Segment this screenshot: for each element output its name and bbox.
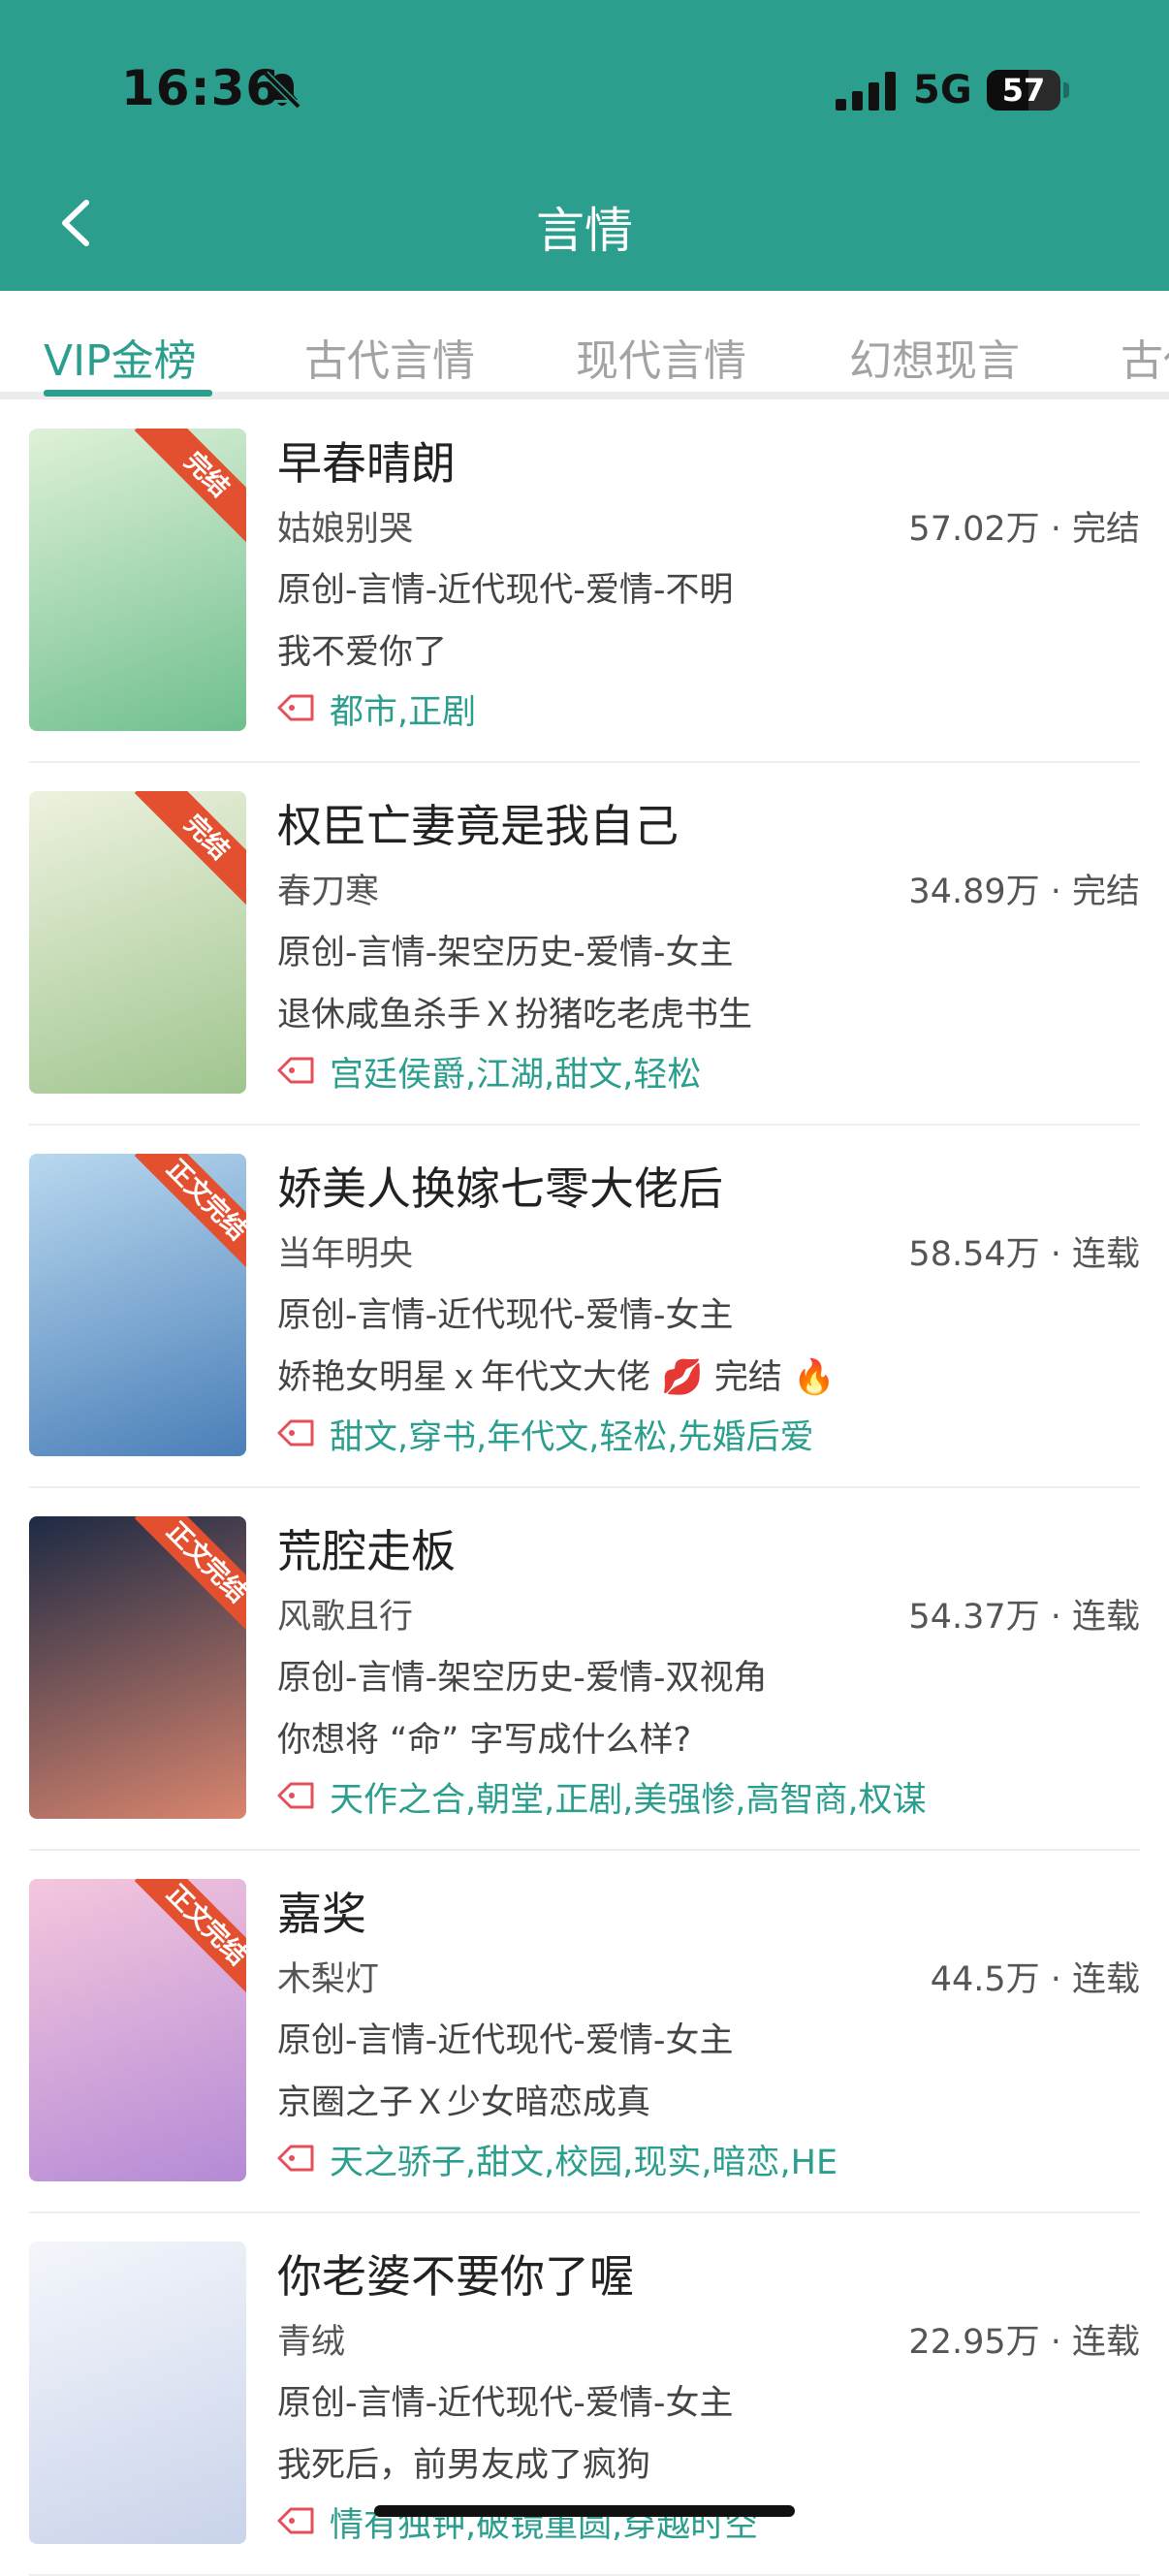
- category-tabs: VIP金榜 古代言情 现代言情 幻想现言 古代: [0, 291, 1169, 396]
- book-list-item[interactable]: 完结 早春晴朗 姑娘别哭 57.02万 · 完结 原创-言情-近代现代-爱情-不…: [0, 399, 1169, 763]
- book-cover[interactable]: 完结: [29, 429, 246, 731]
- book-tags: 天作之合,朝堂,正剧,美强惨,高智商,权谋: [330, 1781, 927, 1820]
- book-category: 原创-言情-架空历史-爱情-女主: [277, 934, 734, 972]
- tab-modern-romance[interactable]: 现代言情: [576, 326, 746, 388]
- battery-icon: 57: [987, 70, 1060, 111]
- page-title: 言情: [536, 203, 633, 259]
- tab-fantasy-modern[interactable]: 幻想现言: [849, 326, 1020, 388]
- book-word-count-status: 54.37万 · 连载: [908, 1598, 1140, 1637]
- book-cover[interactable]: 完结: [29, 791, 246, 1094]
- tag-icon: [277, 2145, 314, 2172]
- book-word-count-status: 22.95万 · 连载: [908, 2323, 1140, 2362]
- book-author[interactable]: 木梨灯: [277, 1952, 379, 2001]
- book-tags: 天之骄子,甜文,校园,现实,暗恋,HE: [330, 2144, 838, 2182]
- book-title[interactable]: 荒腔走板: [277, 1516, 456, 1580]
- status-bar: 16:36 5G 57: [0, 0, 1169, 184]
- tag-icon: [277, 2507, 314, 2534]
- book-category: 原创-言情-架空历史-爱情-双视角: [277, 1659, 768, 1698]
- status-ribbon: 正文完结: [134, 1516, 246, 1636]
- book-description: 退休咸鱼杀手Ｘ扮猪吃老虎书生: [277, 996, 753, 1034]
- battery-percent: 57: [1001, 72, 1046, 109]
- book-cover[interactable]: [29, 2242, 246, 2544]
- book-title[interactable]: 权臣亡妻竟是我自己: [277, 791, 679, 855]
- book-title[interactable]: 你老婆不要你了喔: [277, 2242, 634, 2306]
- status-ribbon: 正文完结: [134, 1879, 246, 1998]
- book-list-item[interactable]: 你老婆不要你了喔 青绒 22.95万 · 连载 原创-言情-近代现代-爱情-女主…: [0, 2212, 1169, 2576]
- active-tab-indicator: [44, 390, 212, 397]
- book-title[interactable]: 早春晴朗: [277, 429, 456, 493]
- book-list-item[interactable]: 完结 权臣亡妻竟是我自己 春刀寒 34.89万 · 完结 原创-言情-架空历史-…: [0, 762, 1169, 1126]
- book-tags: 都市,正剧: [330, 693, 477, 732]
- book-category: 原创-言情-近代现代-爱情-不明: [277, 571, 734, 610]
- app-header: 16:36 5G 57 言情: [0, 0, 1169, 291]
- book-author[interactable]: 风歌且行: [277, 1589, 413, 1638]
- network-type: 5G: [913, 68, 972, 112]
- tab-ancient-romance[interactable]: 古代言情: [304, 326, 475, 388]
- status-ribbon: 完结: [134, 429, 246, 548]
- book-category: 原创-言情-近代现代-爱情-女主: [277, 1296, 734, 1335]
- tag-icon: [277, 1782, 314, 1809]
- battery-tip: [1063, 82, 1069, 98]
- book-author[interactable]: 姑娘别哭: [277, 501, 413, 551]
- tag-icon: [277, 694, 314, 721]
- book-word-count-status: 58.54万 · 连载: [908, 1235, 1140, 1274]
- book-list-item[interactable]: 正文完结 娇美人换嫁七零大佬后 当年明央 58.54万 · 连载 原创-言情-近…: [0, 1125, 1169, 1488]
- status-ribbon: 完结: [134, 791, 246, 910]
- book-title[interactable]: 嘉奖: [277, 1879, 366, 1943]
- book-category: 原创-言情-近代现代-爱情-女主: [277, 2021, 734, 2060]
- book-tags: 甜文,穿书,年代文,轻松,先婚后爱: [330, 1418, 814, 1457]
- book-category: 原创-言情-近代现代-爱情-女主: [277, 2384, 734, 2423]
- book-list-item[interactable]: 正文完结 嘉奖 木梨灯 44.5万 · 连载 原创-言情-近代现代-爱情-女主 …: [0, 1850, 1169, 2213]
- book-description: 京圈之子Ｘ少女暗恋成真: [277, 2083, 651, 2122]
- book-cover[interactable]: 正文完结: [29, 1154, 246, 1456]
- book-word-count-status: 44.5万 · 连载: [930, 1960, 1140, 1999]
- tab-ancient-more[interactable]: 古代: [1121, 326, 1169, 388]
- book-word-count-status: 34.89万 · 完结: [908, 873, 1140, 911]
- tab-vip-gold[interactable]: VIP金榜: [44, 326, 197, 388]
- book-cover[interactable]: 正文完结: [29, 1879, 246, 2181]
- silent-bell-icon: [263, 71, 301, 110]
- tag-icon: [277, 1419, 314, 1447]
- home-indicator[interactable]: [374, 2505, 795, 2517]
- book-description: 你想将 “命” 字写成什么样?: [277, 1721, 692, 1760]
- book-description: 娇艳女明星ｘ年代文大佬 💋 完结 🔥: [277, 1358, 836, 1397]
- book-author[interactable]: 当年明央: [277, 1226, 413, 1276]
- tag-icon: [277, 1057, 314, 1084]
- cellular-signal-icon: [836, 72, 896, 111]
- book-author[interactable]: 春刀寒: [277, 864, 379, 913]
- book-tags: 宫廷侯爵,江湖,甜文,轻松: [330, 1056, 702, 1095]
- book-description: 我不爱你了: [277, 633, 448, 672]
- book-cover[interactable]: 正文完结: [29, 1516, 246, 1819]
- status-ribbon: 正文完结: [134, 1154, 246, 1273]
- book-word-count-status: 57.02万 · 完结: [908, 510, 1140, 549]
- book-author[interactable]: 青绒: [277, 2314, 345, 2364]
- book-title[interactable]: 娇美人换嫁七零大佬后: [277, 1154, 723, 1218]
- book-description: 我死后，前男友成了疯狗: [277, 2446, 651, 2485]
- status-time: 16:36: [121, 60, 281, 116]
- book-list-item[interactable]: 正文完结 荒腔走板 风歌且行 54.37万 · 连载 原创-言情-架空历史-爱情…: [0, 1487, 1169, 1851]
